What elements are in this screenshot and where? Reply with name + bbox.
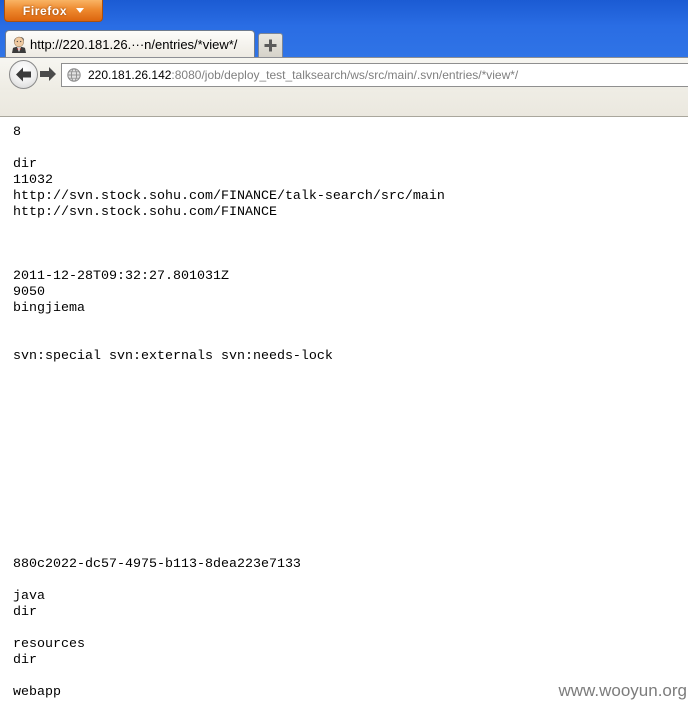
forward-button[interactable] xyxy=(39,66,57,82)
watermark-text: www.wooyun.org xyxy=(558,681,687,700)
url-input[interactable]: 220.181.26.142:8080/job/deploy_test_talk… xyxy=(61,63,688,87)
dropdown-arrow-icon xyxy=(76,8,85,13)
page-content: 8 dir 11032 http://svn.stock.sohu.com/FI… xyxy=(0,117,688,701)
new-tab-button[interactable] xyxy=(258,33,283,57)
url-path: :8080/job/deploy_test_talksearch/ws/src/… xyxy=(171,68,519,82)
globe-icon[interactable] xyxy=(67,68,81,82)
tab-active[interactable]: http://220.181.26.···n/entries/*view*/ xyxy=(5,30,255,57)
document-text: 8 dir 11032 http://svn.stock.sohu.com/FI… xyxy=(13,125,445,700)
jenkins-butler-icon xyxy=(12,36,26,53)
back-button[interactable] xyxy=(9,60,38,89)
firefox-menu-button[interactable]: Firefox xyxy=(4,0,103,22)
firefox-menu-label: Firefox xyxy=(22,3,68,18)
bookmarks-toolbar xyxy=(0,90,688,117)
url-text: 220.181.26.142:8080/job/deploy_test_talk… xyxy=(88,64,518,86)
back-arrow-icon xyxy=(16,67,31,82)
tab-title: http://220.181.26.···n/entries/*view*/ xyxy=(30,37,238,52)
forward-arrow-icon xyxy=(40,67,56,81)
navigation-toolbar: 220.181.26.142:8080/job/deploy_test_talk… xyxy=(0,57,688,90)
plus-icon xyxy=(264,39,277,52)
url-host: 220.181.26.142 xyxy=(88,68,172,82)
